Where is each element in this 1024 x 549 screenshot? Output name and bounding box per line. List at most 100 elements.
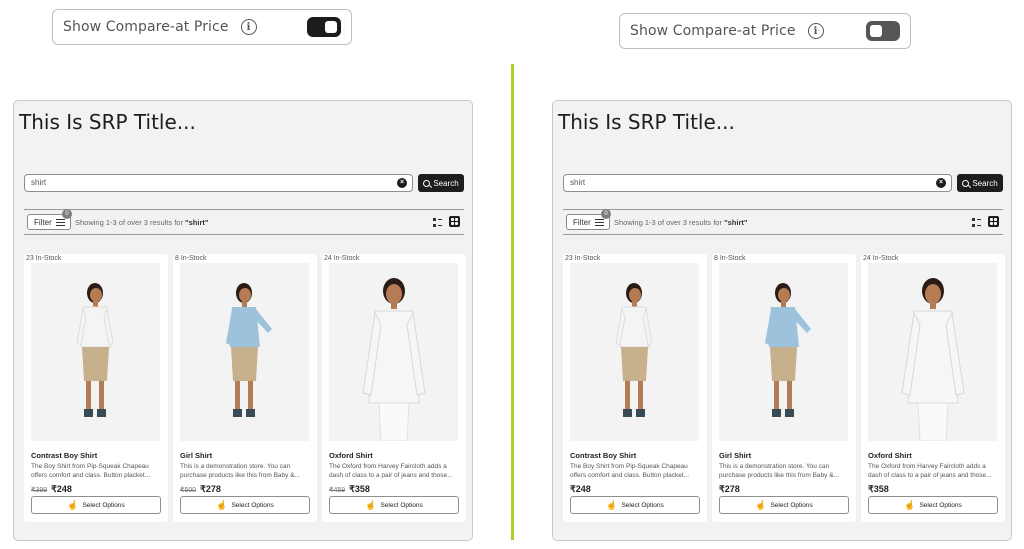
hand-pointer-icon: ☝ [365,499,377,510]
product-image[interactable] [31,263,160,441]
compare-at-price: ₹500 [180,487,197,494]
srp-panel-with-compare: This Is SRP Title... shirt × Search Filt… [13,100,473,541]
compare-price-switch-off[interactable] [866,21,900,41]
price-row: ₹500 ₹278 [180,484,221,495]
filter-bar: Filter 0 Showing 1-3 of over 3 results f… [563,209,1003,235]
compare-price-toggle-card-off: Show Compare-at Price i [619,13,911,49]
results-query: "shirt" [185,218,209,227]
search-row: shirt × Search [24,174,464,192]
select-options-button[interactable]: ☝ Select Options [719,496,849,514]
product-image[interactable] [570,263,699,441]
product-name[interactable]: Girl Shirt [180,451,212,460]
product-image[interactable] [329,263,458,441]
stock-label: 8 In-Stock [714,255,746,262]
product-grid: 23 In-Stock Contrast Boy Shirt The Boy S… [563,254,1005,522]
results-summary: Showing 1-3 of over 3 results for "shirt… [75,218,208,227]
product-card[interactable]: 8 In-Stock Girl Shirt This is a demonstr… [712,254,856,522]
price-row: ₹278 [719,484,740,495]
list-view-icon[interactable] [972,218,981,227]
page-title: This Is SRP Title... [19,110,196,134]
hand-pointer-icon: ☝ [67,499,79,510]
filter-bar: Filter 0 Showing 1-3 of over 3 results f… [24,209,464,235]
filter-count-badge: 0 [601,209,611,219]
search-button[interactable]: Search [418,174,464,192]
search-input[interactable]: shirt × [563,174,952,192]
select-options-label: Select Options [82,501,125,509]
product-grid: 23 In-Stock Contrast Boy Shirt The Boy S… [24,254,466,522]
product-price: ₹358 [868,484,889,494]
select-options-button[interactable]: ☝ Select Options [570,496,700,514]
hand-pointer-icon: ☝ [606,499,618,510]
product-description: The Oxford from Harvey Faircloth adds a … [868,463,992,479]
product-card[interactable]: 24 In-Stock Oxford Shirt The Oxford from… [861,254,1005,522]
search-input[interactable]: shirt × [24,174,413,192]
product-image[interactable] [868,263,997,441]
comparison-stage: Show Compare-at Price i Show Compare-at … [0,0,1024,549]
product-name[interactable]: Girl Shirt [719,451,751,460]
price-row: ₹399 ₹248 [31,484,72,495]
switch-knob [870,25,882,37]
stock-label: 23 In-Stock [26,255,62,262]
product-price: ₹248 [51,484,72,494]
sliders-icon [594,218,604,226]
search-row: shirt × Search [563,174,1003,192]
search-button-label: Search [433,178,459,188]
select-options-button[interactable]: ☝ Select Options [868,496,998,514]
product-price: ₹358 [349,484,370,494]
compare-at-price: ₹399 [31,487,48,494]
results-prefix: Showing 1-3 of over 3 results for [614,218,722,227]
hand-pointer-icon: ☝ [755,499,767,510]
page-title: This Is SRP Title... [558,110,735,134]
price-row: ₹248 [570,484,591,495]
info-icon[interactable]: i [240,19,257,35]
price-row: ₹358 [868,484,889,495]
compare-price-switch-on[interactable] [307,17,341,37]
product-name[interactable]: Contrast Boy Shirt [31,451,97,460]
product-name[interactable]: Contrast Boy Shirt [570,451,636,460]
clear-icon[interactable]: × [936,178,946,188]
switch-knob [325,21,337,33]
select-options-button[interactable]: ☝ Select Options [31,496,161,514]
hand-pointer-icon: ☝ [216,499,228,510]
search-value[interactable]: shirt [570,178,585,187]
results-summary: Showing 1-3 of over 3 results for "shirt… [614,218,747,227]
select-options-label: Select Options [770,501,813,509]
product-description: This is a demonstration store. You can p… [719,463,839,479]
compare-price-toggle-card-on: Show Compare-at Price i [52,9,352,45]
product-description: The Boy Shirt from Pip-Squeak Chapeau of… [570,463,690,479]
clear-icon[interactable]: × [397,178,407,188]
stock-label: 24 In-Stock [324,255,360,262]
product-description: The Oxford from Harvey Faircloth adds a … [329,463,453,479]
stock-label: 24 In-Stock [863,255,899,262]
search-value[interactable]: shirt [31,178,46,187]
divider-line [511,64,514,540]
product-card[interactable]: 23 In-Stock Contrast Boy Shirt The Boy S… [563,254,707,522]
compare-at-price: ₹459 [329,487,346,494]
product-card[interactable]: 24 In-Stock Oxford Shirt The Oxford from… [322,254,466,522]
product-price: ₹278 [719,484,740,494]
product-name[interactable]: Oxford Shirt [329,451,373,460]
product-card[interactable]: 8 In-Stock Girl Shirt This is a demonstr… [173,254,317,522]
filter-label: Filter [573,217,591,227]
list-view-icon[interactable] [433,218,442,227]
price-row: ₹459 ₹358 [329,484,370,495]
select-options-label: Select Options [621,501,664,509]
product-card[interactable]: 23 In-Stock Contrast Boy Shirt The Boy S… [24,254,168,522]
hand-pointer-icon: ☝ [904,499,916,510]
results-query: "shirt" [724,218,748,227]
grid-view-icon[interactable] [449,216,460,227]
product-name[interactable]: Oxford Shirt [868,451,912,460]
product-description: This is a demonstration store. You can p… [180,463,300,479]
info-icon[interactable]: i [807,23,824,39]
select-options-button[interactable]: ☝ Select Options [180,496,310,514]
grid-view-icon[interactable] [988,216,999,227]
select-options-button[interactable]: ☝ Select Options [329,496,459,514]
product-image[interactable] [180,263,309,441]
search-button[interactable]: Search [957,174,1003,192]
search-button-label: Search [972,178,998,188]
product-image[interactable] [719,263,848,441]
product-price: ₹248 [570,484,591,494]
stock-label: 23 In-Stock [565,255,601,262]
search-icon [423,179,431,187]
toggle-label: Show Compare-at Price [630,23,796,39]
